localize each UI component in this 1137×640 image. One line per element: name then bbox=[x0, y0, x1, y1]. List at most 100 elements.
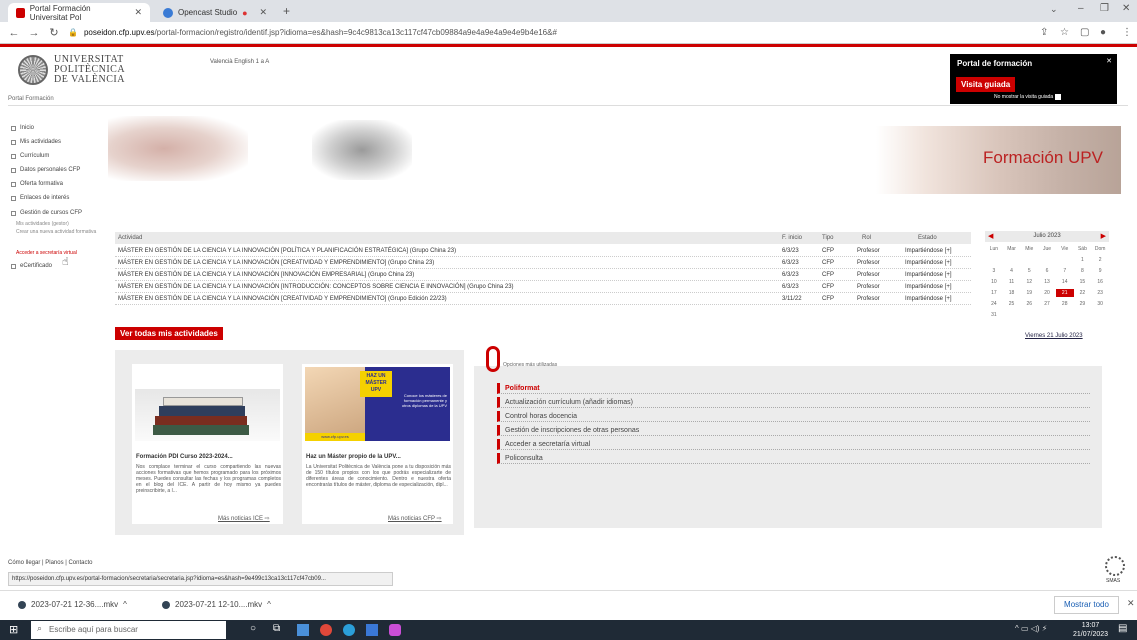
calendar-day[interactable]: 8 bbox=[1074, 267, 1092, 275]
calendar-day[interactable]: 29 bbox=[1074, 300, 1092, 308]
guided-tour-button[interactable]: Visita guiada bbox=[956, 77, 1016, 92]
sidebar-item-inicio[interactable]: Inicio bbox=[11, 125, 34, 131]
chrome-icon[interactable] bbox=[320, 624, 332, 636]
download-item[interactable]: 2023-07-21 12-10....mkv ^ bbox=[162, 600, 271, 609]
close-tab-icon[interactable]: ✕ bbox=[134, 7, 142, 18]
teams-icon[interactable] bbox=[366, 624, 378, 636]
calendar-day[interactable]: 14 bbox=[1056, 278, 1074, 286]
forward-icon[interactable]: → bbox=[24, 27, 44, 39]
tab-search-icon[interactable]: ⌄ bbox=[1050, 4, 1058, 15]
windows-start-icon[interactable]: ⊞ bbox=[9, 623, 18, 636]
calendar-day[interactable]: 1 bbox=[1074, 256, 1092, 264]
language-selector[interactable]: Valencià English 1 a A bbox=[210, 59, 269, 65]
activity-link[interactable]: MÁSTER EN GESTIÓN DE LA CIENCIA Y LA INN… bbox=[118, 272, 414, 278]
calendar-day[interactable]: 26 bbox=[1020, 300, 1038, 308]
sidebar-item-mis-actividades[interactable]: Mis actividades bbox=[11, 139, 61, 145]
sidebar-item-curriculum[interactable]: Currículum bbox=[11, 153, 49, 159]
url-field[interactable]: poseidon.cfp.upv.es/portal-formacion/reg… bbox=[84, 28, 864, 37]
option-gestion-inscripciones[interactable]: Gestión de inscripciones de otras person… bbox=[497, 425, 1090, 436]
reload-icon[interactable]: ↻ bbox=[44, 26, 64, 39]
prev-month-icon[interactable]: ◀ bbox=[988, 231, 993, 242]
see-all-activities-button[interactable]: Ver todas mis actividades bbox=[115, 327, 223, 340]
cortana-icon[interactable]: ○ bbox=[250, 623, 256, 634]
browser-menu-icon[interactable]: ⋮ bbox=[1122, 27, 1132, 38]
close-window-button[interactable]: ✕ bbox=[1122, 3, 1130, 14]
activity-status[interactable]: Impartiéndose [+] bbox=[905, 296, 952, 302]
footer-links[interactable]: Cómo llegar | Planos | Contacto bbox=[8, 560, 93, 566]
sidebar-item-ecertificado[interactable]: eCertificado bbox=[11, 263, 52, 269]
sidebar-panel-icon[interactable]: ▢ bbox=[1080, 27, 1089, 38]
sidebar-subitem-crear-actividad[interactable]: Crear una nueva actividad formativa bbox=[16, 229, 106, 235]
calendar-today-link[interactable]: Viernes 21 Julio 2023 bbox=[1025, 333, 1083, 339]
news-title[interactable]: Haz un Máster propio de la UPV... bbox=[306, 454, 451, 460]
show-all-downloads-button[interactable]: Mostrar todo bbox=[1054, 596, 1119, 614]
calendar-day[interactable]: 3 bbox=[985, 267, 1003, 275]
option-actualizacion-curriculum[interactable]: Actualización currículum (añadir idiomas… bbox=[497, 397, 1090, 408]
activity-status[interactable]: Impartiéndose [+] bbox=[905, 260, 952, 266]
activity-status[interactable]: Impartiéndose [+] bbox=[905, 284, 952, 290]
calendar-day[interactable]: 12 bbox=[1020, 278, 1038, 286]
calendar-day[interactable]: 2 bbox=[1091, 256, 1109, 264]
close-popup-icon[interactable]: ✕ bbox=[1106, 57, 1112, 65]
restore-window-button[interactable]: ❐ bbox=[1100, 3, 1109, 14]
calendar-day[interactable]: 28 bbox=[1056, 300, 1074, 308]
activity-status[interactable]: Impartiéndose [+] bbox=[905, 248, 952, 254]
calendar-day[interactable]: 27 bbox=[1038, 300, 1056, 308]
sidebar-subitem-mis-actividades-gestor[interactable]: Mis actividades (gestor) bbox=[16, 221, 69, 227]
calendar-day[interactable]: 25 bbox=[1003, 300, 1021, 308]
calendar-day[interactable]: 11 bbox=[1003, 278, 1021, 286]
back-icon[interactable]: ← bbox=[4, 27, 24, 39]
calendar-day[interactable]: 21 bbox=[1055, 289, 1074, 297]
minimize-window-button[interactable]: – bbox=[1078, 3, 1084, 14]
notifications-icon[interactable]: ▤ bbox=[1118, 623, 1127, 634]
calendar-day[interactable]: 10 bbox=[985, 278, 1003, 286]
task-view-icon[interactable]: ⧉ bbox=[273, 623, 280, 634]
calendar-day[interactable]: 6 bbox=[1038, 267, 1056, 275]
option-policonsulta[interactable]: Policonsulta bbox=[497, 453, 1090, 464]
new-tab-button[interactable]: + bbox=[283, 4, 290, 18]
activity-link[interactable]: MÁSTER EN GESTIÓN DE LA CIENCIA Y LA INN… bbox=[118, 296, 447, 302]
next-month-icon[interactable]: ▶ bbox=[1101, 231, 1106, 242]
calendar-day[interactable]: 22 bbox=[1074, 289, 1092, 297]
calendar-day[interactable]: 30 bbox=[1091, 300, 1109, 308]
sidebar-item-oferta-formativa[interactable]: Oferta formativa bbox=[11, 181, 63, 187]
sidebar-item-datos-personales[interactable]: Datos personales CFP bbox=[11, 167, 80, 173]
calendar-day[interactable]: 7 bbox=[1056, 267, 1074, 275]
chevron-up-icon[interactable]: ^ bbox=[123, 600, 127, 609]
more-news-cfp-link[interactable]: Más noticias CFP ⇨ bbox=[388, 515, 442, 522]
system-tray-icons[interactable]: ^ ▭ ◁) ⚡ bbox=[1015, 624, 1047, 633]
close-downloads-icon[interactable]: ✕ bbox=[1127, 598, 1135, 609]
calendar-day[interactable]: 24 bbox=[985, 300, 1003, 308]
download-item[interactable]: 2023-07-21 12-36....mkv ^ bbox=[18, 600, 127, 609]
calendar-day[interactable]: 31 bbox=[985, 311, 1003, 319]
bookmark-star-icon[interactable]: ☆ bbox=[1060, 27, 1069, 38]
tab-opencast-studio[interactable]: Opencast Studio ● ✕ bbox=[155, 3, 275, 22]
more-news-ice-link[interactable]: Más noticias ICE ⇨ bbox=[218, 515, 270, 522]
activity-link[interactable]: MÁSTER EN GESTIÓN DE LA CIENCIA Y LA INN… bbox=[118, 260, 434, 266]
activity-link[interactable]: MÁSTER EN GESTIÓN DE LA CIENCIA Y LA INN… bbox=[118, 248, 456, 254]
taskbar-search-input[interactable]: Escribe aquí para buscar bbox=[31, 621, 226, 639]
activity-status[interactable]: Impartiéndose [+] bbox=[905, 272, 952, 278]
option-secretaria-virtual[interactable]: Acceder a secretaría virtual bbox=[497, 439, 1090, 450]
calendar-day[interactable]: 23 bbox=[1091, 289, 1109, 297]
upv-logo[interactable]: UNIVERSITAT POLITÈCNICA DE VALÈNCIA bbox=[18, 55, 125, 85]
calendar-day[interactable]: 9 bbox=[1091, 267, 1109, 275]
calendar-day[interactable]: 5 bbox=[1020, 267, 1038, 275]
tab-portal-formacion[interactable]: Portal Formación Universitat Pol ✕ bbox=[8, 3, 150, 22]
chevron-up-icon[interactable]: ^ bbox=[267, 600, 271, 609]
edge-icon[interactable] bbox=[343, 624, 355, 636]
lock-icon[interactable]: 🔒 bbox=[68, 28, 78, 37]
calendar-day[interactable]: 17 bbox=[985, 289, 1003, 297]
calendar-day[interactable]: 19 bbox=[1020, 289, 1038, 297]
clock[interactable]: 13:07 21/07/2023 bbox=[1073, 621, 1108, 639]
calendar-day[interactable]: 18 bbox=[1003, 289, 1021, 297]
profile-icon[interactable]: ● bbox=[1100, 27, 1106, 38]
calendar-day[interactable]: 20 bbox=[1038, 289, 1056, 297]
news-title[interactable]: Formación PDI Curso 2023-2024... bbox=[136, 454, 281, 460]
app-icon[interactable] bbox=[389, 624, 401, 636]
sidebar-item-gestion-cursos[interactable]: Gestión de cursos CFP bbox=[11, 210, 82, 216]
activity-link[interactable]: MÁSTER EN GESTIÓN DE LA CIENCIA Y LA INN… bbox=[118, 284, 514, 290]
calendar-day[interactable]: 16 bbox=[1091, 278, 1109, 286]
calendar-day[interactable]: 15 bbox=[1074, 278, 1092, 286]
share-icon[interactable]: ⇪ bbox=[1040, 27, 1048, 38]
